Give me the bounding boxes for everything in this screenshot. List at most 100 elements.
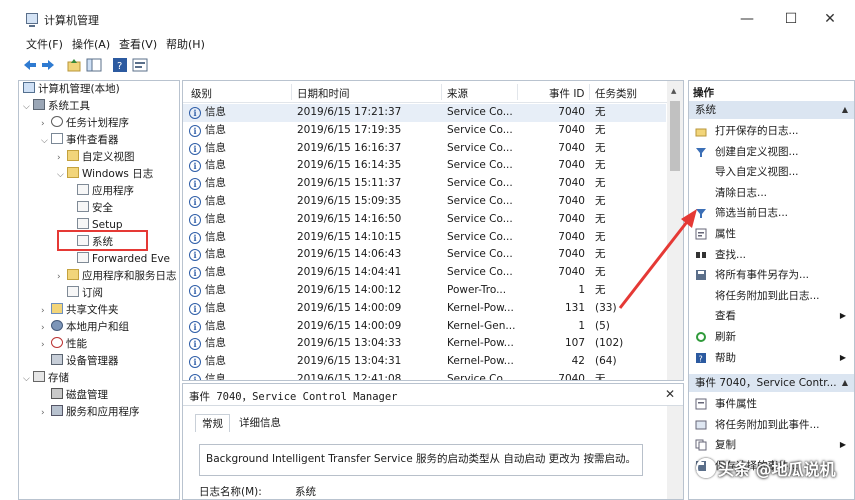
table-row[interactable]: i 信息 2019/6/15 17:21:37 Service Co... 无 7040	[183, 104, 666, 122]
tree-item-application[interactable]: 应用程序	[77, 183, 134, 200]
folder-icon	[67, 269, 79, 280]
forward-arrow-icon[interactable]	[40, 57, 56, 73]
tree-item-storage[interactable]: ⌵ 存储	[23, 370, 69, 387]
help-icon[interactable]: ?	[112, 57, 128, 73]
action-item[interactable]: 筛选当前日志...	[689, 203, 854, 223]
tree-item-local-users[interactable]: › 本地用户和组	[41, 319, 129, 336]
action-item[interactable]: 属性	[689, 224, 854, 244]
menu-file[interactable]: 文件(F)	[26, 36, 63, 52]
tree-item-performance[interactable]: › 性能	[41, 336, 87, 353]
tree-item-disk-management[interactable]: 磁盘管理	[51, 387, 108, 404]
action-label: 清除日志...	[715, 186, 768, 199]
action-item[interactable]: 将任务附加到此日志...	[689, 286, 854, 306]
menu-help[interactable]: 帮助(H)	[166, 36, 205, 52]
actions-section-event[interactable]: 事件 7040，Service Contr... ▲	[689, 374, 854, 392]
tree-item-task-scheduler[interactable]: › 任务计划程序	[41, 115, 129, 132]
info-icon: i	[189, 124, 201, 137]
tree-root[interactable]: 计算机管理(本地)	[23, 81, 120, 98]
cell-source: Service Co...	[447, 248, 513, 261]
log-name-value: 系统	[295, 486, 316, 498]
svg-text:?: ?	[699, 354, 703, 363]
tree-item-app-service-logs[interactable]: › 应用程序和服务日志	[57, 268, 177, 285]
cell-datetime: 2019/6/15 14:04:41	[297, 266, 402, 279]
filter-icon	[696, 209, 706, 219]
tree-item-custom-views[interactable]: › 自定义视图	[57, 149, 135, 166]
log-name-label: 日志名称(M):	[199, 486, 262, 498]
action-label: 将任务附加到此日志...	[715, 289, 820, 302]
table-row[interactable]: i 信息 2019/6/15 14:00:09 Kernel-Gen... (5) 1	[183, 318, 666, 336]
table-row[interactable]: i 信息 2019/6/15 16:16:37 Service Co... 无 7040	[183, 140, 666, 158]
cell-source: Service Co...	[447, 106, 513, 118]
back-arrow-icon[interactable]	[22, 57, 38, 73]
menu-view[interactable]: 查看(V)	[119, 36, 157, 52]
table-row[interactable]: i 信息 2019/6/15 15:09:35 Service Co... 无 7040	[183, 193, 666, 211]
cell-level: 信息	[205, 106, 226, 118]
action-item[interactable]: 导入自定义视图...	[689, 162, 854, 182]
tree-item-forwarded-events[interactable]: Forwarded Eve	[77, 251, 170, 268]
actions-section-system[interactable]: 系统 ▲	[689, 101, 854, 119]
tree-item-subscriptions[interactable]: 订阅	[67, 285, 103, 302]
event-list-scrollbar[interactable]: ▲	[667, 81, 683, 380]
table-row[interactable]: i 信息 2019/6/15 13:04:33 Kernel-Pow... (102) 1…	[183, 335, 666, 353]
table-row[interactable]: i 信息 2019/6/15 14:06:43 Service Co... 无 7040	[183, 246, 666, 264]
close-button[interactable]: ✕	[815, 8, 845, 30]
tab-details[interactable]: 详细信息	[233, 414, 287, 432]
show-hide-tree-icon[interactable]	[86, 57, 102, 73]
table-row[interactable]: i 信息 2019/6/15 16:14:35 Service Co... 无 7040	[183, 157, 666, 175]
table-row[interactable]: i 信息 2019/6/15 13:04:31 Kernel-Pow... (64) 42	[183, 353, 666, 371]
table-row[interactable]: i 信息 2019/6/15 14:16:50 Service Co... 无 7040	[183, 211, 666, 229]
column-level[interactable]: 级别	[191, 86, 212, 101]
table-row[interactable]: i 信息 2019/6/15 12:41:08 Service Co... 无 7040	[183, 371, 666, 380]
tree-item-shared-folders[interactable]: › 共享文件夹	[41, 302, 119, 319]
log-icon	[77, 218, 89, 229]
column-task-category[interactable]: 任务类别	[595, 86, 637, 101]
tree-item-event-viewer[interactable]: ⌵ 事件查看器	[41, 132, 119, 149]
maximize-button[interactable]: ☐	[776, 8, 806, 30]
cell-event-id: 7040	[558, 266, 585, 279]
column-datetime[interactable]: 日期和时间	[297, 86, 350, 101]
action-item[interactable]: ? 帮助 ▶	[689, 348, 854, 368]
minimize-button[interactable]: —	[732, 8, 762, 30]
scrollbar-thumb[interactable]	[670, 101, 680, 171]
action-item[interactable]: 将所有事件另存为...	[689, 265, 854, 285]
tree-item-windows-logs[interactable]: ⌵ Windows 日志	[57, 166, 153, 183]
action-item[interactable]: 查看 ▶	[689, 306, 854, 326]
action-item[interactable]: 打开保存的日志...	[689, 121, 854, 141]
cell-datetime: 2019/6/15 15:09:35	[297, 195, 402, 207]
detail-scrollbar[interactable]	[667, 406, 683, 499]
tab-general[interactable]: 常规	[195, 414, 230, 432]
action-item[interactable]: 清除日志...	[689, 183, 854, 203]
folder-icon	[67, 167, 79, 178]
users-icon	[51, 320, 63, 331]
menu-action[interactable]: 操作(A)	[72, 36, 110, 52]
cell-level: 信息	[205, 319, 226, 332]
action-item[interactable]: 复制 ▶	[689, 435, 854, 455]
column-event-id[interactable]: 事件 ID	[549, 86, 585, 101]
collapse-icon[interactable]: ▲	[842, 374, 848, 392]
action-item[interactable]: 将任务附加到此事件...	[689, 415, 854, 435]
cell-source: Service Co...	[447, 230, 513, 243]
table-row[interactable]: i 信息 2019/6/15 14:10:15 Service Co... 无 7040	[183, 229, 666, 247]
tree-item-services-apps[interactable]: › 服务和应用程序	[41, 404, 140, 421]
properties-icon[interactable]	[132, 57, 148, 73]
tree-item-device-manager[interactable]: 设备管理器	[51, 353, 119, 370]
collapse-icon[interactable]: ▲	[842, 101, 848, 119]
up-folder-icon[interactable]	[66, 57, 82, 73]
action-item[interactable]: 刷新	[689, 327, 854, 347]
scroll-up-icon[interactable]: ▲	[671, 87, 676, 95]
table-row[interactable]: i 信息 2019/6/15 14:00:12 Power-Tro... 无 1	[183, 282, 666, 300]
table-row[interactable]: i 信息 2019/6/15 14:04:41 Service Co... 无 7040	[183, 264, 666, 282]
title-bar: 计算机管理 — ☐ ✕	[0, 0, 855, 34]
table-row[interactable]: i 信息 2019/6/15 15:11:37 Service Co... 无 7040	[183, 175, 666, 193]
table-row[interactable]: i 信息 2019/6/15 14:00:09 Kernel-Pow... (33) 13…	[183, 300, 666, 318]
cell-level: 信息	[205, 248, 226, 261]
action-item[interactable]: 创建自定义视图...	[689, 142, 854, 162]
tree-item-security[interactable]: 安全	[77, 200, 113, 217]
tree-item-system-tools[interactable]: ⌵ 系统工具	[23, 98, 90, 115]
table-row[interactable]: i 信息 2019/6/15 17:19:35 Service Co... 无 7040	[183, 122, 666, 140]
detail-close-icon[interactable]: ✕	[665, 387, 675, 401]
action-item[interactable]: 事件属性	[689, 394, 854, 414]
action-item[interactable]: 查找...	[689, 245, 854, 265]
action-label: 将所有事件另存为...	[715, 269, 810, 282]
column-source[interactable]: 来源	[447, 86, 468, 101]
